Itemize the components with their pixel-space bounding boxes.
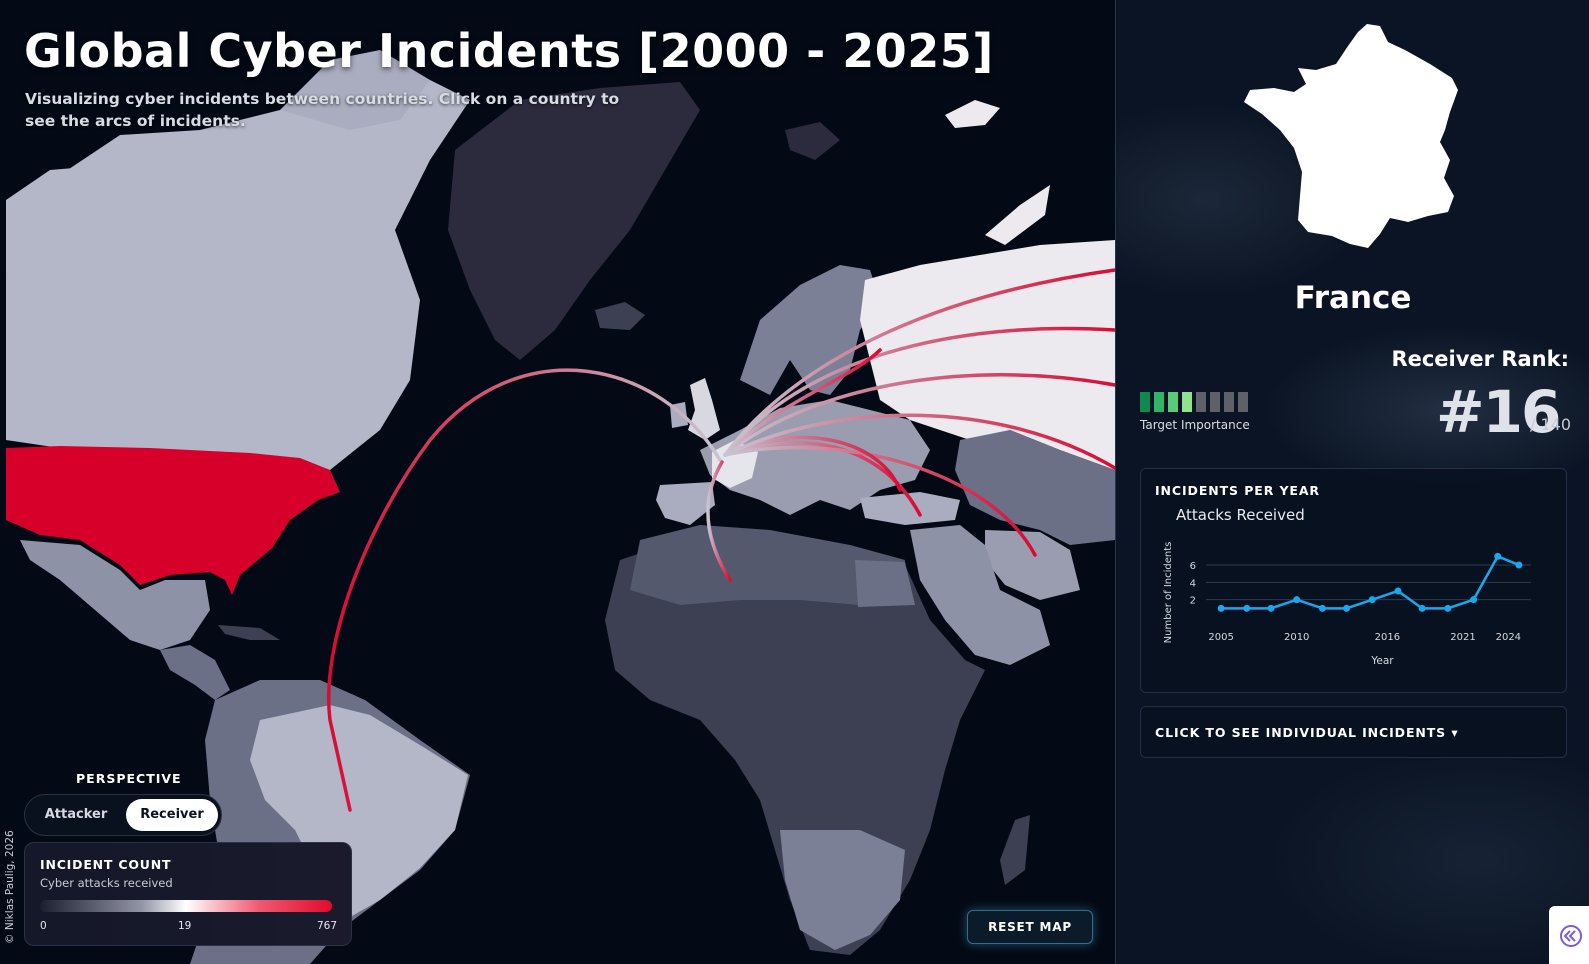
country-cuba[interactable] — [218, 625, 280, 640]
individual-incidents-dropdown[interactable]: CLICK TO SEE INDIVIDUAL INCIDENTS ▾ — [1140, 706, 1567, 758]
x-tick-label: 2005 — [1208, 632, 1233, 643]
country-canada[interactable] — [6, 75, 470, 470]
x-tick-label: 2021 — [1450, 632, 1475, 643]
country-spain[interactable] — [656, 482, 715, 525]
importance-segment — [1154, 392, 1164, 412]
collapse-panel-button[interactable] — [1549, 906, 1589, 964]
individual-incidents-toggle[interactable]: CLICK TO SEE INDIVIDUAL INCIDENTS ▾ — [1155, 725, 1459, 740]
x-tick-label: 2010 — [1284, 632, 1309, 643]
rank-label: Receiver Rank: — [1391, 347, 1569, 371]
chart-point[interactable] — [1394, 587, 1402, 595]
perspective-attacker-option[interactable]: Attacker — [31, 799, 121, 831]
chart-point[interactable] — [1515, 561, 1523, 569]
y-tick-label: 4 — [1190, 578, 1196, 589]
southern-africa[interactable] — [780, 830, 905, 950]
incident-count-legend: INCIDENT COUNT Cyber attacks received 0 … — [24, 842, 352, 946]
world-map-area[interactable]: Global Cyber Incidents [2000 - 2025] Vis… — [0, 0, 1115, 964]
target-importance-label: Target Importance — [1140, 418, 1250, 432]
legend-subtitle: Cyber attacks received — [40, 876, 173, 890]
incidents-per-year-title: INCIDENTS PER YEAR — [1155, 483, 1320, 498]
country-madagascar[interactable] — [1000, 815, 1030, 885]
chart-point[interactable] — [1267, 604, 1275, 612]
arctic-islands-west — [785, 122, 840, 160]
incidents-per-year-chart: Attacks Received 2 4 6 2005 2010 2016 2021 2024 Y… — [1163, 506, 1531, 667]
chart-point[interactable] — [1418, 604, 1426, 612]
importance-segment — [1210, 392, 1220, 412]
x-axis-label: Year — [1370, 655, 1394, 667]
selected-country-name: France — [1294, 280, 1412, 316]
chart-point[interactable] — [1217, 604, 1225, 612]
country-iceland[interactable] — [595, 302, 645, 330]
perspective-receiver-option[interactable]: Receiver — [126, 799, 218, 831]
chart-point[interactable] — [1494, 552, 1502, 560]
country-silhouette — [1244, 24, 1458, 248]
chart-point[interactable] — [1243, 604, 1251, 612]
country-uk[interactable] — [688, 378, 720, 440]
chart-point[interactable] — [1318, 604, 1326, 612]
importance-segment — [1168, 392, 1178, 412]
x-tick-label: 2024 — [1496, 632, 1521, 643]
legend-color-scale — [40, 900, 332, 912]
incidents-per-year-card: Attacks Received 2 4 6 2005 2010 2016 2021 2024 Y… — [1140, 468, 1567, 693]
france-shape — [1244, 24, 1458, 248]
importance-segment — [1238, 392, 1248, 412]
chart-title: Attacks Received — [1176, 506, 1305, 524]
chart-point[interactable] — [1470, 596, 1478, 604]
y-tick-label: 6 — [1190, 561, 1196, 572]
y-tick-label: 2 — [1190, 596, 1196, 607]
double-chevron-left-icon — [1560, 925, 1582, 947]
page-subtitle: Visualizing cyber incidents between coun… — [25, 90, 620, 130]
y-axis-label: Number of Incidents — [1163, 542, 1174, 644]
legend-min-value: 0 — [40, 920, 47, 932]
chart-point[interactable] — [1293, 596, 1301, 604]
country-russia-arctic[interactable] — [985, 185, 1050, 245]
central-america[interactable] — [160, 645, 230, 700]
importance-segment — [1140, 392, 1150, 412]
importance-segment — [1224, 392, 1234, 412]
rank-value: #16 — [1436, 378, 1561, 446]
chart-point[interactable] — [1444, 604, 1452, 612]
x-tick-label: 2016 — [1375, 632, 1400, 643]
legend-max-value: 767 — [317, 920, 338, 932]
page-title: Global Cyber Incidents [2000 - 2025] — [24, 24, 994, 78]
app-root: Global Cyber Incidents [2000 - 2025] Vis… — [0, 0, 1589, 964]
country-detail-panel: France Receiver Rank: #16 / 140 Target I… — [1115, 0, 1589, 964]
perspective-toggle[interactable]: Attacker Receiver — [24, 794, 222, 836]
chart-point[interactable] — [1343, 604, 1351, 612]
chart-point[interactable] — [1368, 596, 1376, 604]
legend-title: INCIDENT COUNT — [40, 857, 172, 872]
importance-segment — [1196, 392, 1206, 412]
importance-segment — [1182, 392, 1192, 412]
arctic-islands-east — [945, 100, 1000, 128]
perspective-label: PERSPECTIVE — [76, 771, 182, 786]
reset-map-button[interactable]: RESET MAP — [967, 910, 1093, 944]
country-egypt[interactable] — [855, 560, 915, 607]
rank-total: / 140 — [1530, 415, 1572, 434]
legend-mid-value: 19 — [178, 920, 192, 932]
author-credit: © Niklas Paulig, 2026 — [4, 830, 16, 944]
